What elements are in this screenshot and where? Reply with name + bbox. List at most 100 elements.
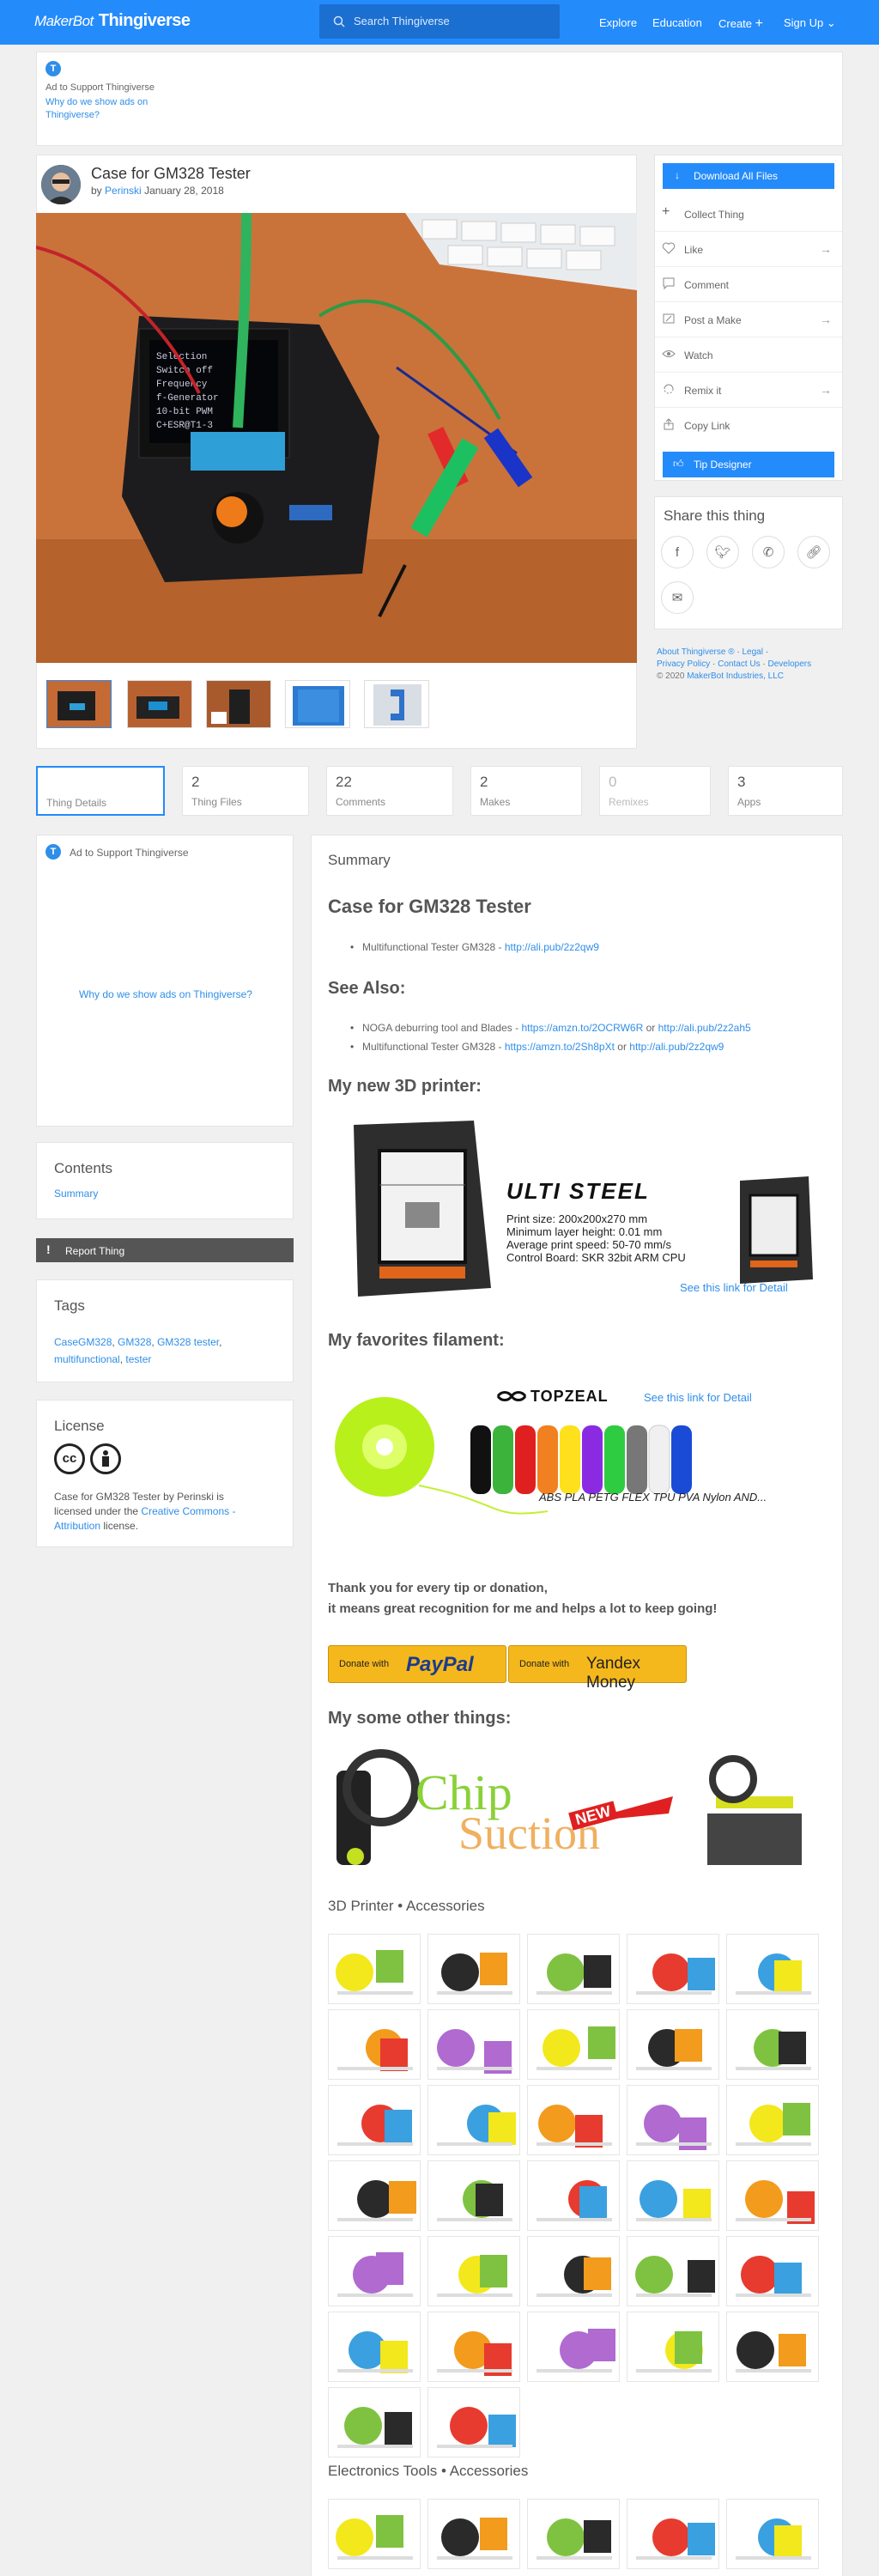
tab-remixes[interactable]: 0 Remixes [599, 766, 711, 816]
project-thumbnail[interactable] [527, 2312, 620, 2382]
tab-thing-details[interactable]: Thing Details [36, 766, 165, 816]
project-thumbnail[interactable] [427, 2160, 520, 2231]
tab-apps[interactable]: 3 Apps [728, 766, 843, 816]
privacy-link[interactable]: Privacy Policy [657, 659, 710, 669]
nav-explore[interactable]: Explore [599, 16, 637, 29]
project-thumbnail[interactable] [427, 2085, 520, 2155]
project-thumbnail[interactable] [627, 2499, 719, 2569]
contact-link[interactable]: Contact Us [718, 659, 760, 669]
project-thumbnail[interactable] [328, 2009, 421, 2080]
chip-suction-banner[interactable]: Chip Suction NEW [330, 1745, 815, 1872]
project-thumbnail[interactable] [527, 1934, 620, 2004]
comment-button[interactable]: Comment [655, 267, 842, 302]
project-thumbnail[interactable] [427, 2009, 520, 2080]
tab-comments[interactable]: 22 Comments [326, 766, 453, 816]
project-thumbnail[interactable] [726, 2009, 819, 2080]
project-thumbnail[interactable] [427, 2387, 520, 2458]
nav-sign-up[interactable]: Sign Up ⌄ [784, 16, 836, 30]
contents-summary-link[interactable]: Summary [54, 1188, 98, 1200]
collect-thing-button[interactable]: + Collect Thing [655, 197, 842, 232]
product-link[interactable]: https://amzn.to/2OCRW6R [521, 1022, 643, 1034]
post-a-make-button[interactable]: Post a Make → [655, 302, 842, 337]
copy-link-button[interactable]: Copy Link [655, 408, 842, 443]
project-thumbnail[interactable] [627, 2236, 719, 2306]
project-thumbnail[interactable] [328, 2312, 421, 2382]
project-thumbnail[interactable] [726, 2160, 819, 2231]
project-thumbnail[interactable] [328, 2085, 421, 2155]
project-thumbnail[interactable] [527, 2085, 620, 2155]
project-thumbnail[interactable] [328, 2499, 421, 2569]
product-link[interactable]: https://amzn.to/2Sh8pXt [505, 1041, 615, 1053]
thumbnail[interactable] [46, 680, 112, 728]
tip-designer-button[interactable]: 👍︎ Tip Designer [663, 452, 834, 477]
link-icon[interactable]: 🔗︎ [797, 536, 830, 568]
search-icon [333, 15, 345, 27]
project-thumbnail[interactable] [328, 2236, 421, 2306]
product-link[interactable]: http://ali.pub/2z2ah5 [658, 1022, 751, 1034]
project-thumbnail[interactable] [527, 2236, 620, 2306]
project-thumbnail[interactable] [527, 2009, 620, 2080]
project-thumbnail[interactable] [328, 2160, 421, 2231]
search-input[interactable]: Search Thingiverse [319, 4, 560, 39]
about-link[interactable]: About Thingiverse ® [657, 647, 735, 657]
ad-why-link[interactable]: Why do we show ads on Thingiverse? [37, 988, 294, 1000]
tag-link[interactable]: GM328 tester [157, 1336, 219, 1348]
ad-why-link[interactable]: Why do we show ads on Thingiverse? [45, 96, 166, 122]
nav-education[interactable]: Education [652, 16, 702, 29]
printer-detail-link[interactable]: See this link for Detail [680, 1281, 788, 1294]
project-thumbnail[interactable] [527, 2499, 620, 2569]
tab-thing-files[interactable]: 2 Thing Files [182, 766, 309, 816]
thumbnail[interactable] [364, 680, 429, 728]
mail-icon[interactable]: ✉ [661, 581, 694, 614]
project-thumbnail[interactable] [726, 2312, 819, 2382]
thingiverse-logo[interactable]: MakerBot Thingiverse [34, 11, 191, 31]
yandex-donate-button[interactable]: Donate with Yandex Money [508, 1645, 687, 1692]
avatar[interactable] [41, 165, 81, 204]
download-all-button[interactable]: ↓ Download All Files [663, 163, 834, 189]
developers-link[interactable]: Developers [768, 659, 812, 669]
nav-create[interactable]: Create + [718, 16, 763, 32]
project-thumbnail[interactable] [328, 2387, 421, 2458]
remix-button[interactable]: Remix it → [655, 373, 842, 408]
project-thumbnail[interactable] [427, 2236, 520, 2306]
watch-button[interactable]: Watch [655, 337, 842, 373]
project-thumbnail[interactable] [627, 2160, 719, 2231]
project-thumbnail[interactable] [328, 1934, 421, 2004]
legal-link[interactable]: Legal [742, 647, 762, 657]
whatsapp-icon[interactable]: ✆ [752, 536, 785, 568]
project-thumbnail[interactable] [427, 2499, 520, 2569]
project-thumbnail[interactable] [726, 2085, 819, 2155]
project-thumbnail[interactable] [427, 1934, 520, 2004]
share-title: Share this thing [664, 507, 766, 524]
author-link[interactable]: Perinski [105, 185, 142, 197]
twitter-icon[interactable]: 🐦︎ [706, 536, 739, 568]
tag-link[interactable]: CaseGM328 [54, 1336, 112, 1348]
printer-banner[interactable]: ULTI STEEL Print size: 200x200x270 mm Min… [336, 1116, 817, 1307]
tag-link[interactable]: multifunctional [54, 1353, 120, 1365]
project-thumbnail[interactable] [627, 1934, 719, 2004]
tag-link[interactable]: tester [125, 1353, 151, 1365]
report-thing-button[interactable]: ! Report Thing [36, 1238, 294, 1262]
project-thumbnail[interactable] [427, 2312, 520, 2382]
filament-detail-link[interactable]: See this link for Detail [644, 1391, 752, 1404]
project-thumbnail[interactable] [726, 2499, 819, 2569]
thumbnail[interactable] [206, 680, 271, 728]
makerbot-link[interactable]: MakerBot Industries, LLC [687, 671, 784, 681]
facebook-icon[interactable]: f [661, 536, 694, 568]
project-thumbnail[interactable] [726, 1934, 819, 2004]
thumbnail[interactable] [285, 680, 350, 728]
paypal-donate-button[interactable]: Donate with PayPal [328, 1645, 506, 1683]
project-thumbnail[interactable] [527, 2160, 620, 2231]
main-thing-photo[interactable]: Selection Switch off Frequency f-Generator 1… [36, 213, 637, 663]
tag-link[interactable]: GM328 [118, 1336, 151, 1348]
thumbnail[interactable] [127, 680, 192, 728]
project-thumbnail[interactable] [627, 2085, 719, 2155]
project-thumbnail[interactable] [627, 2009, 719, 2080]
project-thumbnail[interactable] [726, 2236, 819, 2306]
tab-makes[interactable]: 2 Makes [470, 766, 582, 816]
project-thumbnail[interactable] [627, 2312, 719, 2382]
like-button[interactable]: Like → [655, 232, 842, 267]
filament-banner[interactable]: TOPZEAL See this link for Detail ABS PLA… [333, 1374, 814, 1520]
product-link[interactable]: http://ali.pub/2z2qw9 [629, 1041, 724, 1053]
product-link[interactable]: http://ali.pub/2z2qw9 [505, 941, 599, 953]
